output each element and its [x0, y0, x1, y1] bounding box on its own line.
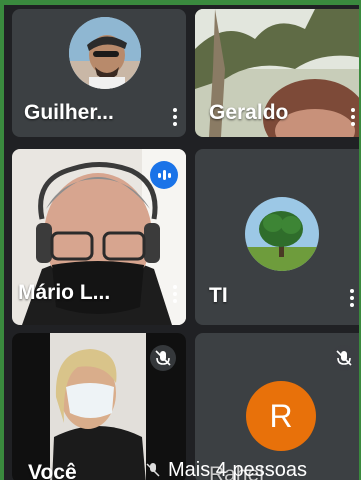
- more-vert-icon[interactable]: [172, 108, 178, 130]
- participant-tile-guilherme[interactable]: Guilher...: [12, 9, 186, 137]
- more-people-label: Mais 4 pessoas: [168, 458, 307, 480]
- participant-name: TI: [209, 284, 228, 307]
- participant-tile-self[interactable]: Você: [12, 333, 186, 480]
- avatar-initial: R: [269, 397, 293, 434]
- participant-tile-mario[interactable]: Mário L...: [12, 149, 186, 325]
- more-people-button[interactable]: Mais 4 pessoas: [144, 458, 307, 480]
- participant-tile-geraldo[interactable]: Geraldo: [195, 9, 359, 137]
- participant-initial-avatar: R: [246, 381, 316, 451]
- participant-avatar: [69, 17, 141, 89]
- participant-avatar: [245, 197, 319, 271]
- participant-name: Geraldo: [209, 101, 289, 124]
- mic-off-icon: [150, 345, 176, 371]
- mic-off-icon: [146, 463, 160, 477]
- speaking-indicator-icon: [150, 161, 178, 189]
- mic-off-icon: [331, 345, 357, 371]
- more-vert-icon[interactable]: [350, 108, 356, 130]
- participant-name: Você: [28, 461, 77, 480]
- meeting-grid: Guilher... Geraldo Mário L... TI Você R …: [4, 5, 359, 480]
- participant-name: Guilher...: [24, 101, 114, 124]
- participant-name: Mário L...: [18, 281, 111, 304]
- participant-tile-ti[interactable]: TI: [195, 149, 359, 325]
- more-vert-icon[interactable]: [349, 289, 355, 311]
- more-vert-icon[interactable]: [172, 285, 178, 307]
